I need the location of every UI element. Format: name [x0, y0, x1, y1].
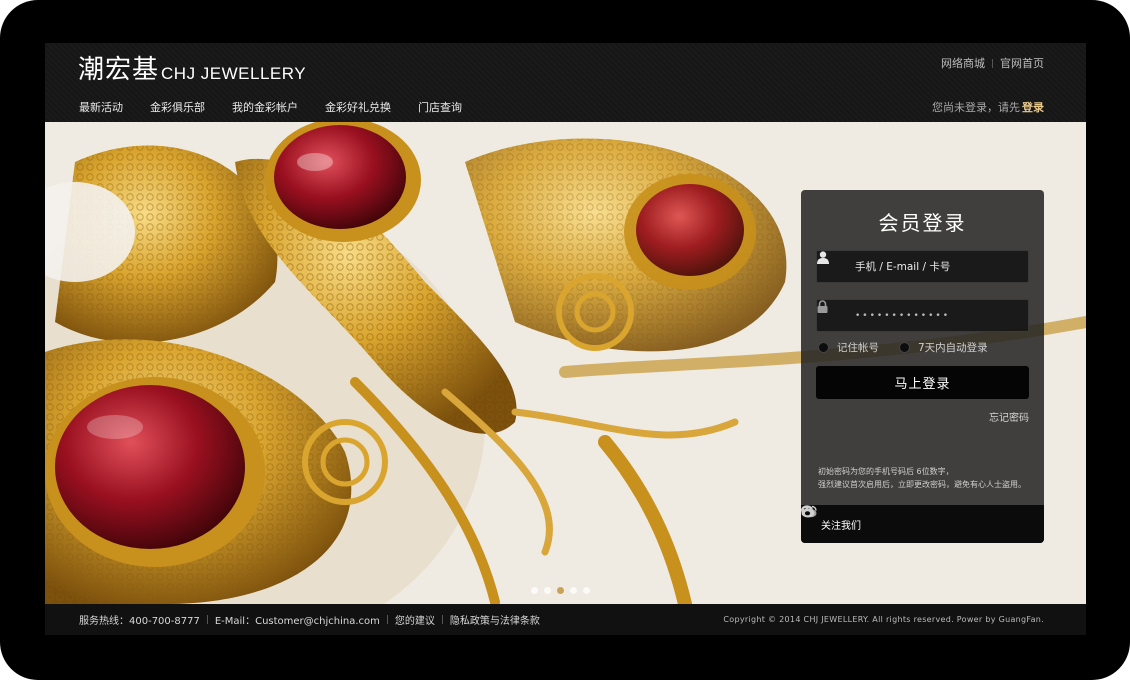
slide-dot-2[interactable] — [544, 587, 551, 594]
notice-line-1: 初始密码为您的手机号码后 6位数字， — [818, 467, 954, 476]
slide-dot-4[interactable] — [570, 587, 577, 594]
device-frame: 潮宏基 CHJ JEWELLERY 网络商城 官网首页 最新活动 金彩俱乐部 我… — [0, 0, 1130, 680]
remember-account-option[interactable]: 记住帐号 — [818, 340, 879, 355]
footer-copyright: Copyright © 2014 CHJ JEWELLERY. All righ… — [723, 615, 1044, 624]
site-header: 潮宏基 CHJ JEWELLERY 网络商城 官网首页 最新活动 金彩俱乐部 我… — [45, 43, 1086, 122]
auto-login-option[interactable]: 7天内自动登录 — [899, 340, 988, 355]
divider — [386, 615, 388, 624]
password-input[interactable]: ••••••••••••• — [855, 311, 950, 321]
divider — [441, 615, 443, 624]
logo-english: CHJ JEWELLERY — [161, 64, 307, 83]
nav-item-store-finder[interactable]: 门店查询 — [418, 99, 462, 115]
nav-item-club[interactable]: 金彩俱乐部 — [150, 99, 205, 115]
nav-item-my-account[interactable]: 我的金彩帐户 — [232, 99, 298, 115]
link-online-store[interactable]: 网络商城 — [941, 55, 985, 71]
site-footer: 服务热线：400-700-8777 E-Mail：Customer@chjchi… — [45, 604, 1086, 635]
follow-label: 关注我们 — [821, 520, 861, 532]
hero-banner: 会员登录 手机 / E-mail / 卡号 ••••••••••••• 记住帐号… — [45, 122, 1086, 604]
username-input[interactable]: 手机 / E-mail / 卡号 — [855, 259, 950, 274]
logo[interactable]: 潮宏基 CHJ JEWELLERY — [78, 55, 306, 85]
login-panel: 会员登录 手机 / E-mail / 卡号 ••••••••••••• 记住帐号… — [801, 190, 1044, 543]
footer-email[interactable]: E-Mail：Customer@chjchina.com — [215, 612, 380, 627]
remember-account-label: 记住帐号 — [837, 342, 879, 354]
password-notice: 初始密码为您的手机号码后 6位数字， 强烈建议首次启用后，立即更改密码，避免有心… — [818, 465, 1033, 491]
footer-feedback-link[interactable]: 您的建议 — [395, 612, 435, 627]
slide-indicators — [531, 587, 590, 594]
nav-item-latest-events[interactable]: 最新活动 — [79, 99, 123, 115]
link-official-home[interactable]: 官网首页 — [1000, 55, 1044, 71]
follow-bar: 关注我们 — [801, 505, 1044, 543]
slide-dot-3[interactable] — [557, 587, 564, 594]
notice-line-2: 强烈建议首次启用后，立即更改密码，避免有心人士盗用。 — [818, 480, 1026, 489]
username-field[interactable]: 手机 / E-mail / 卡号 — [816, 250, 1029, 283]
login-hint-text: 您尚未登录，请先 — [932, 101, 1020, 114]
remember-account-radio[interactable] — [818, 342, 829, 353]
login-options: 记住帐号 7天内自动登录 — [818, 340, 988, 355]
top-links: 网络商城 官网首页 — [941, 55, 1044, 71]
login-submit-button[interactable]: 马上登录 — [816, 366, 1029, 399]
footer-links: 服务热线：400-700-8777 E-Mail：Customer@chjchi… — [79, 612, 540, 627]
nav-item-gift-exchange[interactable]: 金彩好礼兑换 — [325, 99, 391, 115]
logo-chinese: 潮宏基 — [78, 55, 160, 85]
login-hint: 您尚未登录，请先 登录 — [932, 99, 1044, 115]
header-login-link[interactable]: 登录 — [1022, 101, 1044, 114]
slide-dot-1[interactable] — [531, 587, 538, 594]
login-title: 会员登录 — [878, 211, 967, 235]
auto-login-label: 7天内自动登录 — [918, 342, 988, 354]
divider — [992, 58, 993, 68]
footer-privacy-link[interactable]: 隐私政策与法律条款 — [450, 612, 540, 627]
footer-hotline: 服务热线：400-700-8777 — [79, 616, 200, 627]
forgot-password-link[interactable]: 忘记密码 — [989, 409, 1029, 424]
main-nav: 最新活动 金彩俱乐部 我的金彩帐户 金彩好礼兑换 门店查询 — [79, 99, 462, 115]
screen: 潮宏基 CHJ JEWELLERY 网络商城 官网首页 最新活动 金彩俱乐部 我… — [45, 43, 1086, 635]
auto-login-radio[interactable] — [899, 342, 910, 353]
slide-dot-5[interactable] — [583, 587, 590, 594]
password-field[interactable]: ••••••••••••• — [816, 299, 1029, 332]
divider — [206, 615, 208, 624]
